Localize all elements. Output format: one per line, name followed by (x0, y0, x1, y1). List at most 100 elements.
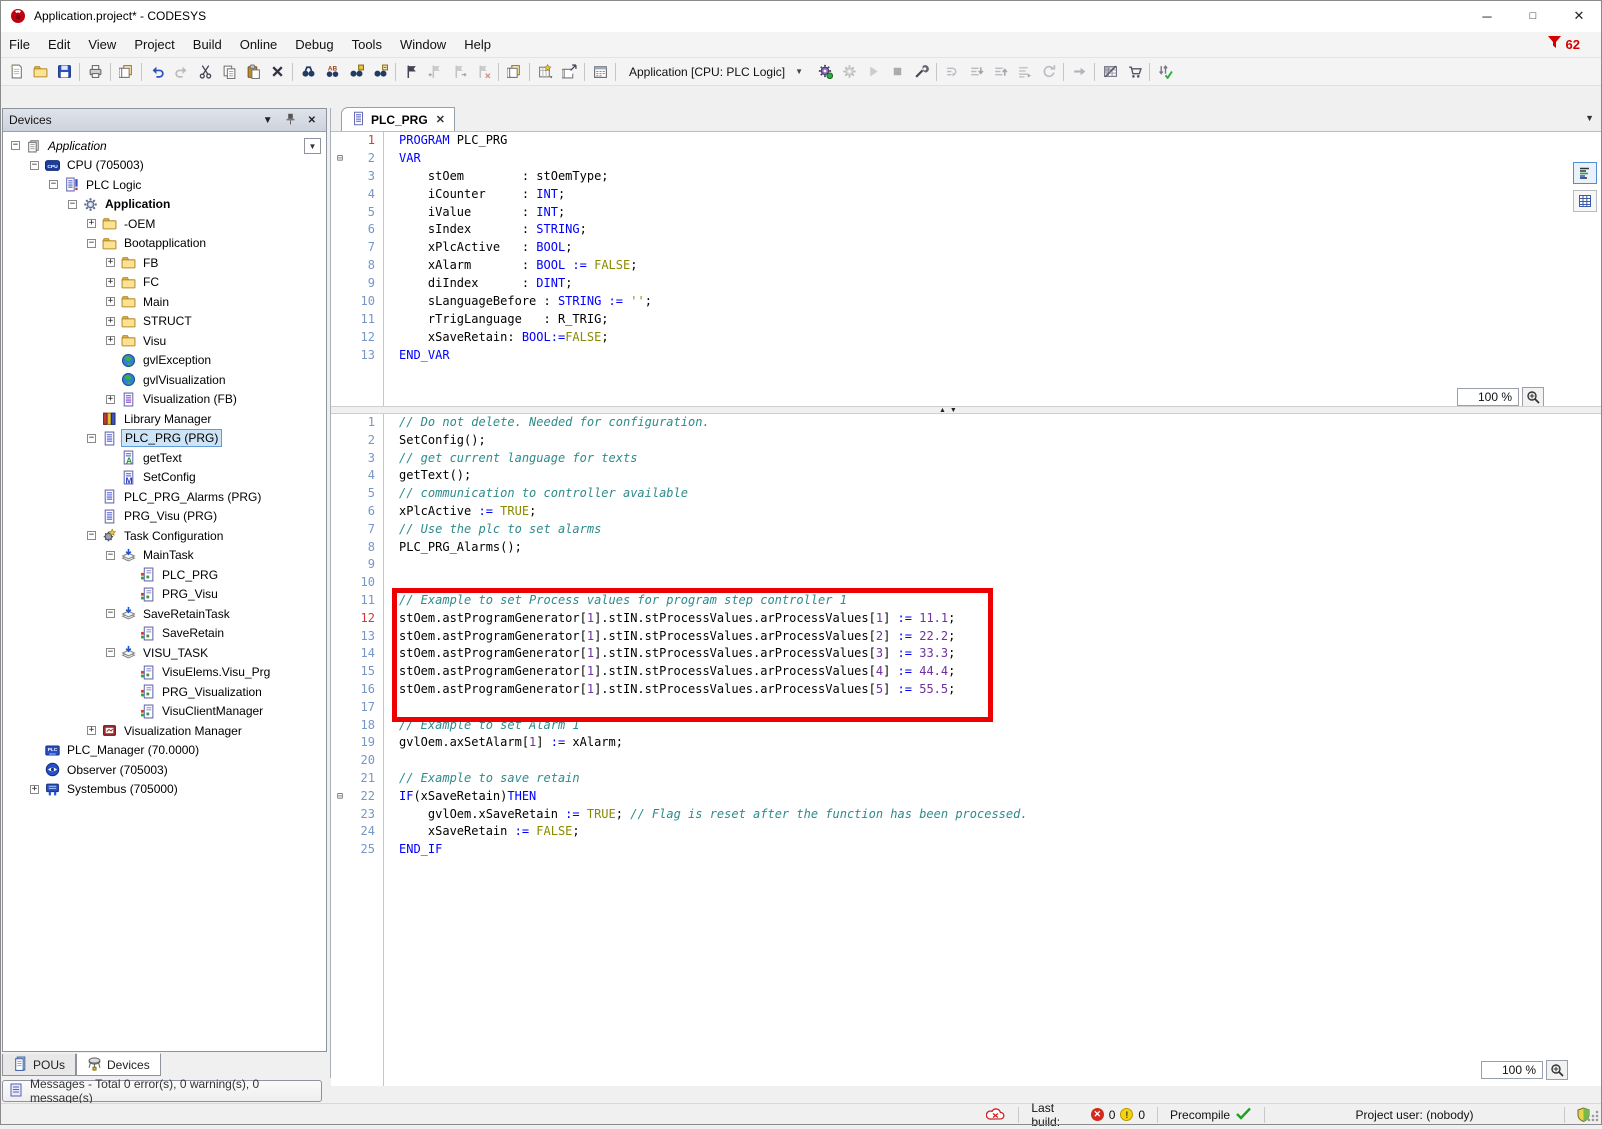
tree-item-gvlvisualization[interactable]: −gvlVisualization (3, 370, 326, 390)
copy-pages-icon[interactable] (114, 60, 138, 84)
active-application-selector[interactable]: Application [CPU: PLC Logic]▼ (623, 61, 809, 83)
write-values-icon[interactable] (1122, 60, 1146, 84)
step-out-icon[interactable] (988, 60, 1012, 84)
navigator-tab-devices[interactable]: Devices (76, 1053, 161, 1076)
collapse-icon[interactable]: − (30, 161, 39, 170)
print-icon[interactable] (83, 60, 107, 84)
tab-list-chevron-icon[interactable]: ▼ (1585, 113, 1594, 123)
tabular-view-button[interactable] (1573, 190, 1597, 212)
code-line[interactable]: 24 xSaveRetain := FALSE; (331, 823, 1602, 841)
tree-item-setconfig[interactable]: −MSetConfig (3, 468, 326, 488)
undo-icon[interactable] (145, 60, 169, 84)
start-icon[interactable] (861, 60, 885, 84)
tree-item-plc-prg-prg[interactable]: −PLC_PRG (PRG) (3, 429, 326, 449)
tree-item-observer-705003[interactable]: −Observer (705003) (3, 760, 326, 780)
code-line[interactable]: 16stOem.astProgramGenerator[1].stIN.stPr… (331, 681, 1602, 699)
tree-item-cpu-705003[interactable]: −CPUCPU (705003) (3, 156, 326, 176)
collapse-icon[interactable]: − (106, 551, 115, 560)
menu-tools[interactable]: Tools (343, 37, 391, 52)
code-line[interactable]: 5 iValue : INT; (331, 204, 1602, 222)
tree-item-visu[interactable]: +Visu (3, 331, 326, 351)
tree-item-main[interactable]: +Main (3, 292, 326, 312)
redo-icon[interactable] (169, 60, 193, 84)
close-button[interactable]: ✕ (1556, 0, 1602, 32)
collapse-icon[interactable]: − (87, 239, 96, 248)
code-line[interactable]: 6xPlcActive := TRUE; (331, 503, 1602, 521)
tree-item-task-configuration[interactable]: −Task Configuration (3, 526, 326, 546)
tree-item-oem[interactable]: +-OEM (3, 214, 326, 234)
declaration-editor[interactable]: 1PROGRAM PLC_PRG⊟2VAR3 stOem : stOemType… (331, 132, 1602, 406)
previous-bookmark-icon[interactable] (423, 60, 447, 84)
new-object-icon[interactable] (533, 60, 557, 84)
navigator-tab-pous[interactable]: POUs (2, 1054, 76, 1076)
tree-item-visuelems-visu-prg[interactable]: −VisuElems.Visu_Prg (3, 663, 326, 683)
code-line[interactable]: 11// Example to set Process values for p… (331, 592, 1602, 610)
code-line[interactable]: 3 stOem : stOemType; (331, 168, 1602, 186)
fold-collapse-icon[interactable]: ⊟ (331, 788, 349, 806)
pin-icon[interactable] (285, 113, 296, 128)
code-line[interactable]: 10 (331, 574, 1602, 592)
code-line[interactable]: 19gvlOem.axSetAlarm[1] := xAlarm; (331, 734, 1602, 752)
menu-debug[interactable]: Debug (286, 37, 342, 52)
login-icon[interactable] (813, 60, 837, 84)
textual-view-button[interactable] (1573, 162, 1597, 184)
code-line[interactable]: 7// Use the plc to set alarms (331, 521, 1602, 539)
tree-item-fc[interactable]: +FC (3, 273, 326, 293)
code-line[interactable]: 7 xPlcActive : BOOL; (331, 239, 1602, 257)
expand-icon[interactable]: + (106, 336, 115, 345)
flow-control-icon[interactable] (1067, 60, 1091, 84)
tree-item-fb[interactable]: +FB (3, 253, 326, 273)
code-line[interactable]: 2SetConfig(); (331, 432, 1602, 450)
logout-icon[interactable] (837, 60, 861, 84)
splitter-arrows-icon[interactable]: ▲▼ (939, 407, 961, 414)
fold-collapse-icon[interactable]: ⊟ (331, 150, 349, 168)
resize-grip[interactable] (1586, 1109, 1600, 1123)
tree-item-plc-prg-alarms-prg[interactable]: −PLC_PRG_Alarms (PRG) (3, 487, 326, 507)
editor-splitter[interactable]: ▲▼ (331, 406, 1602, 414)
collapse-icon[interactable]: − (11, 141, 20, 150)
tree-item-plc-logic[interactable]: −PLC Logic (3, 175, 326, 195)
tree-item-visuclientmanager[interactable]: −VisuClientManager (3, 702, 326, 722)
tree-item-application[interactable]: −Application (3, 195, 326, 215)
code-line[interactable]: 18// Example to set Alarm 1 (331, 717, 1602, 735)
zoom-magnifier-icon[interactable] (1546, 1060, 1568, 1080)
tree-item-prg-visu-prg[interactable]: −PRG_Visu (PRG) (3, 507, 326, 527)
tree-item-application[interactable]: −Application (3, 136, 326, 156)
tree-item-prg-visualization[interactable]: −PRG_Visualization (3, 682, 326, 702)
copy-icon[interactable] (217, 60, 241, 84)
expand-icon[interactable]: + (106, 258, 115, 267)
active-application-dropdown[interactable]: ▼ (304, 138, 321, 154)
code-line[interactable]: 5// communication to controller availabl… (331, 485, 1602, 503)
properties-icon[interactable] (588, 60, 612, 84)
code-line[interactable]: ⊟22IF(xSaveRetain)THEN (331, 788, 1602, 806)
expand-icon[interactable]: + (87, 219, 96, 228)
delete-icon[interactable] (265, 60, 289, 84)
code-line[interactable]: 6 sIndex : STRING; (331, 221, 1602, 239)
menu-view[interactable]: View (79, 37, 125, 52)
code-line[interactable]: 8PLC_PRG_Alarms(); (331, 539, 1602, 557)
code-line[interactable]: 12 xSaveRetain: BOOL:=FALSE; (331, 329, 1602, 347)
collapse-icon[interactable]: − (87, 531, 96, 540)
expand-icon[interactable]: + (30, 785, 39, 794)
expand-icon[interactable]: + (106, 278, 115, 287)
expand-icon[interactable]: + (106, 317, 115, 326)
tab-plc-prg[interactable]: PLC_PRG ✕ (341, 107, 455, 131)
implementation-zoom-value[interactable]: 100 % (1481, 1061, 1543, 1079)
tree-item-saveretaintask[interactable]: −SaveRetainTask (3, 604, 326, 624)
tree-item-prg-visu[interactable]: −PRG_Visu (3, 585, 326, 605)
menu-window[interactable]: Window (391, 37, 455, 52)
reset-icon[interactable] (1036, 60, 1060, 84)
copy-multiple-icon[interactable] (502, 60, 526, 84)
menu-edit[interactable]: Edit (39, 37, 79, 52)
code-line[interactable]: 9 diIndex : DINT; (331, 275, 1602, 293)
tree-item-bootapplication[interactable]: −Bootapplication (3, 234, 326, 254)
code-line[interactable]: 20 (331, 752, 1602, 770)
tree-item-visualization-manager[interactable]: +Visualization Manager (3, 721, 326, 741)
menu-online[interactable]: Online (231, 37, 287, 52)
code-line[interactable]: 17 (331, 699, 1602, 717)
code-line[interactable]: 1PROGRAM PLC_PRG (331, 132, 1602, 150)
collapse-icon[interactable]: − (68, 200, 77, 209)
panel-close-icon[interactable]: ✕ (308, 115, 316, 126)
paste-icon[interactable] (241, 60, 265, 84)
code-line[interactable]: 13END_VAR (331, 347, 1602, 365)
